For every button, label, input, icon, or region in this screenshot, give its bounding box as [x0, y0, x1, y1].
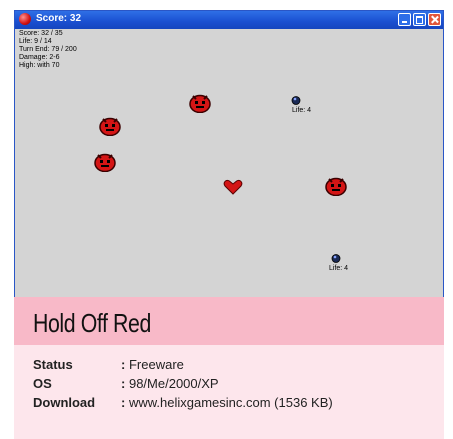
window-title: Score: 32 — [36, 13, 82, 24]
damage-stat: Damage: 2-6 — [19, 54, 60, 61]
score-stat: Score: 32 / 35 — [19, 30, 63, 37]
stats-panel: Score: 32 / 35 Life: 9 / 14 Turn End: 79… — [19, 30, 77, 70]
info-value: Freeware — [128, 357, 184, 372]
red-enemy-icon[interactable] — [325, 176, 347, 196]
maximize-button[interactable] — [413, 13, 426, 26]
game-title-banner: Hold Off Red — [14, 297, 444, 345]
unit-life-label: Life: 4 — [292, 107, 312, 114]
blue-unit-icon[interactable] — [331, 253, 341, 263]
red-enemy-icon[interactable] — [94, 152, 116, 172]
close-button[interactable] — [428, 13, 441, 26]
game-info-panel: Status: Freeware OS: 98/Me/2000/XP Downl… — [14, 345, 444, 439]
info-label: OS — [33, 376, 52, 391]
info-row-status: Status: Freeware — [33, 357, 184, 372]
unit-life-label: Life: 4 — [329, 265, 349, 272]
player-heart-icon[interactable] — [223, 179, 243, 195]
info-separator: : — [121, 395, 126, 410]
red-enemy-icon[interactable] — [189, 93, 211, 113]
high-score-stat: High: with 70 — [19, 62, 60, 69]
turn-end-stat: Turn End: 79 / 200 — [19, 46, 77, 53]
blue-unit-icon[interactable] — [291, 95, 301, 105]
game-title: Hold Off Red — [33, 308, 151, 338]
game-board[interactable]: Score: 32 / 35 Life: 9 / 14 Turn End: 79… — [15, 29, 443, 297]
info-row-download: Download: www.helixgamesinc.com (1536 KB… — [33, 395, 333, 410]
info-label: Status — [33, 357, 73, 372]
life-stat: Life: 9 / 14 — [19, 38, 52, 45]
info-separator: : — [121, 357, 126, 372]
title-bar[interactable]: Score: 32 — [15, 11, 443, 29]
red-enemy-icon[interactable] — [99, 116, 121, 136]
info-label: Download — [33, 395, 96, 410]
info-separator: : — [121, 376, 126, 391]
minimize-button[interactable] — [398, 13, 411, 26]
info-row-os: OS: 98/Me/2000/XP — [33, 376, 219, 391]
red-ball-app-icon — [19, 13, 31, 25]
info-value[interactable]: www.helixgamesinc.com (1536 KB) — [129, 395, 333, 410]
info-value: 98/Me/2000/XP — [128, 376, 219, 391]
game-window: Score: 32 Score: 32 / 35 Life: 9 / 14 Tu… — [14, 10, 444, 297]
